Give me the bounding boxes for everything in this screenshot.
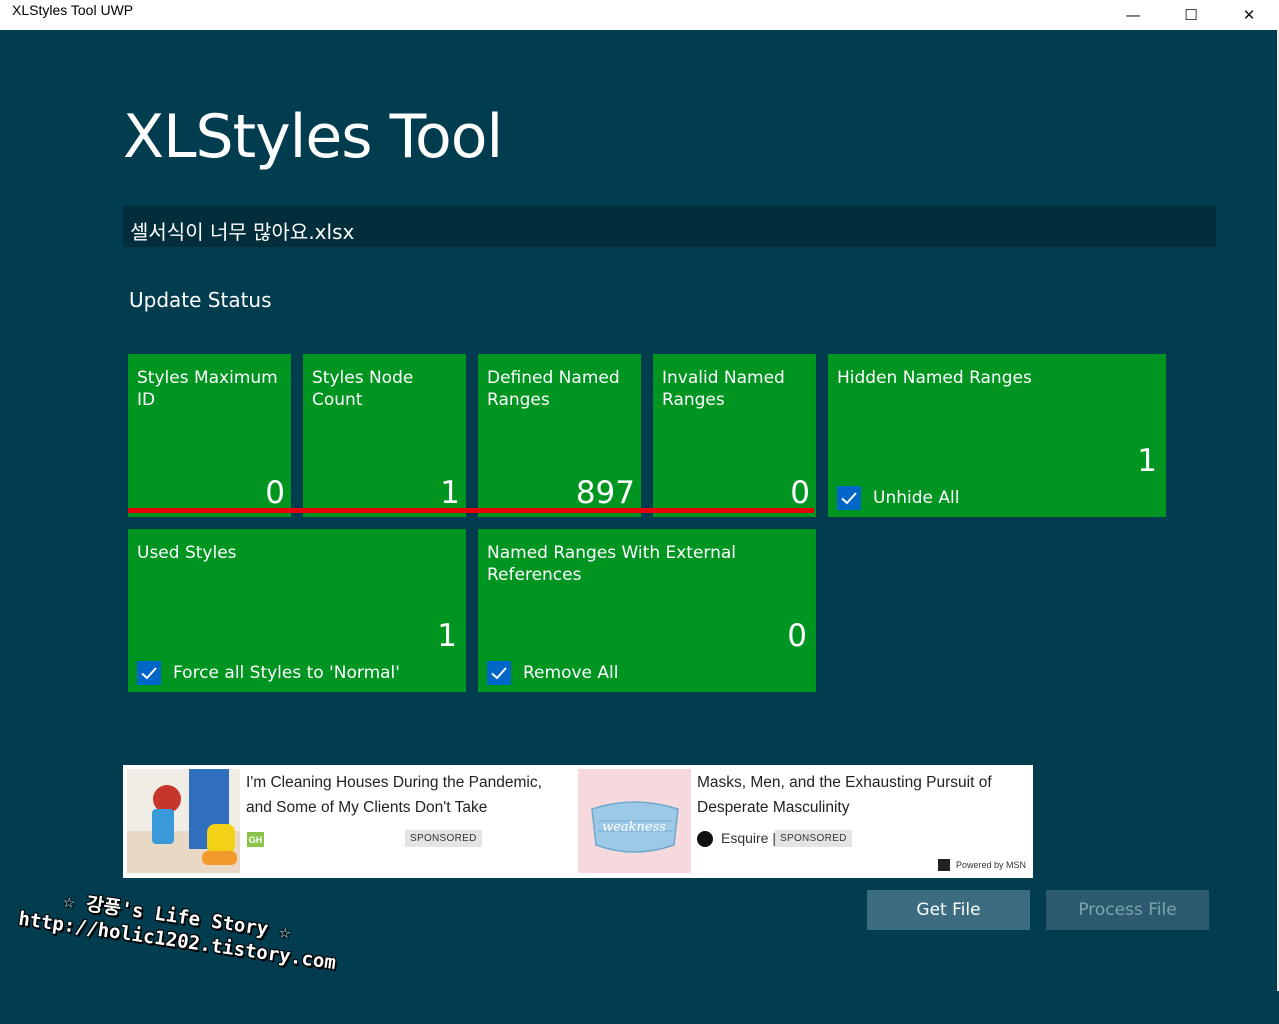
- tile-value: 1: [437, 618, 457, 654]
- tile-hidden-named-ranges: Hidden Named Ranges 1 Unhide All: [828, 354, 1166, 517]
- app-title: XLStyles Tool: [123, 102, 503, 172]
- tile-value: 897: [575, 475, 635, 511]
- remove-all-checkbox[interactable]: Remove All: [487, 661, 618, 685]
- file-name-field: 셀서식이 너무 많아요.xlsx: [123, 206, 1216, 247]
- checkmark-icon: [841, 492, 857, 505]
- force-normal-styles-checkbox[interactable]: Force all Styles to 'Normal': [137, 661, 400, 685]
- minimize-button[interactable]: —: [1110, 0, 1156, 30]
- blog-watermark: ☆ 강풍's Life Story ☆ http://holic1202.tis…: [10, 880, 341, 1024]
- gh-logo-icon: GH: [247, 832, 264, 847]
- checkbox-box[interactable]: [137, 661, 161, 685]
- checkbox-box[interactable]: [837, 486, 861, 510]
- file-name-text: 셀서식이 너무 많아요.xlsx: [130, 220, 355, 244]
- warning-underline: [128, 508, 814, 513]
- ad-banner[interactable]: I'm Cleaning Houses During the Pandemic,…: [123, 765, 1033, 878]
- checkbox-box[interactable]: [487, 661, 511, 685]
- tile-invalid-named-ranges: Invalid Named Ranges 0: [653, 354, 816, 517]
- ad-image-mask[interactable]: weakness: [578, 769, 691, 873]
- tile-label: Used Styles: [137, 543, 237, 563]
- close-icon: ✕: [1242, 6, 1256, 24]
- checkbox-label: Unhide All: [873, 488, 960, 508]
- tile-styles-node-count: Styles Node Count 1: [303, 354, 466, 517]
- checkbox-label: Remove All: [523, 663, 619, 683]
- tile-value: 1: [1137, 443, 1157, 479]
- close-button[interactable]: ✕: [1226, 0, 1272, 30]
- maximize-icon: ☐: [1184, 6, 1198, 24]
- sponsored-badge: SPONSORED: [405, 830, 482, 847]
- update-status-heading: Update Status: [129, 288, 272, 312]
- maximize-button[interactable]: ☐: [1168, 0, 1214, 30]
- tile-label: Styles Maximum ID: [137, 368, 278, 410]
- tile-used-styles: Used Styles 1 Force all Styles to 'Norma…: [128, 529, 466, 692]
- tile-label: Defined Named Ranges: [487, 368, 620, 410]
- tile-value: 1: [440, 475, 460, 511]
- checkbox-label: Force all Styles to 'Normal': [173, 663, 400, 683]
- tile-styles-maximum-id: Styles Maximum ID 0: [128, 354, 291, 517]
- powered-by-label: Powered by MSN: [955, 860, 1026, 870]
- tile-label: Styles Node Count: [312, 368, 414, 410]
- tile-value: 0: [787, 618, 807, 654]
- checkmark-icon: [491, 667, 507, 680]
- tile-value: 0: [790, 475, 810, 511]
- sponsored-badge: SPONSORED: [775, 830, 852, 847]
- process-file-button[interactable]: Process File: [1046, 890, 1209, 930]
- esquire-logo-icon: [697, 831, 713, 847]
- get-file-button[interactable]: Get File: [867, 890, 1030, 930]
- tile-label: Invalid Named Ranges: [662, 368, 785, 410]
- unhide-all-checkbox[interactable]: Unhide All: [837, 486, 959, 510]
- ad-image-cleaning[interactable]: [127, 769, 240, 873]
- ad-headline[interactable]: I'm Cleaning Houses During the Pandemic,…: [246, 770, 566, 820]
- ad-headline[interactable]: Masks, Men, and the Exhausting Pursuit o…: [697, 770, 1017, 820]
- checkmark-icon: [141, 667, 157, 680]
- minimize-icon: —: [1125, 6, 1141, 24]
- tile-value: 0: [265, 475, 285, 511]
- tile-defined-named-ranges: Defined Named Ranges 897: [478, 354, 641, 517]
- mask-word: weakness: [602, 820, 666, 835]
- window-title: XLStyles Tool UWP: [12, 2, 134, 18]
- tile-label: Named Ranges With External References: [487, 543, 737, 585]
- powered-by-msn[interactable]: Powered by MSN: [937, 859, 1026, 871]
- ad-source[interactable]: Esquire |: [721, 830, 776, 846]
- msn-logo-icon: [937, 859, 950, 871]
- tile-label: Hidden Named Ranges: [837, 368, 1032, 388]
- title-bar: XLStyles Tool UWP — ☐ ✕: [0, 0, 1279, 30]
- tile-named-ranges-external-references: Named Ranges With External References 0 …: [478, 529, 816, 692]
